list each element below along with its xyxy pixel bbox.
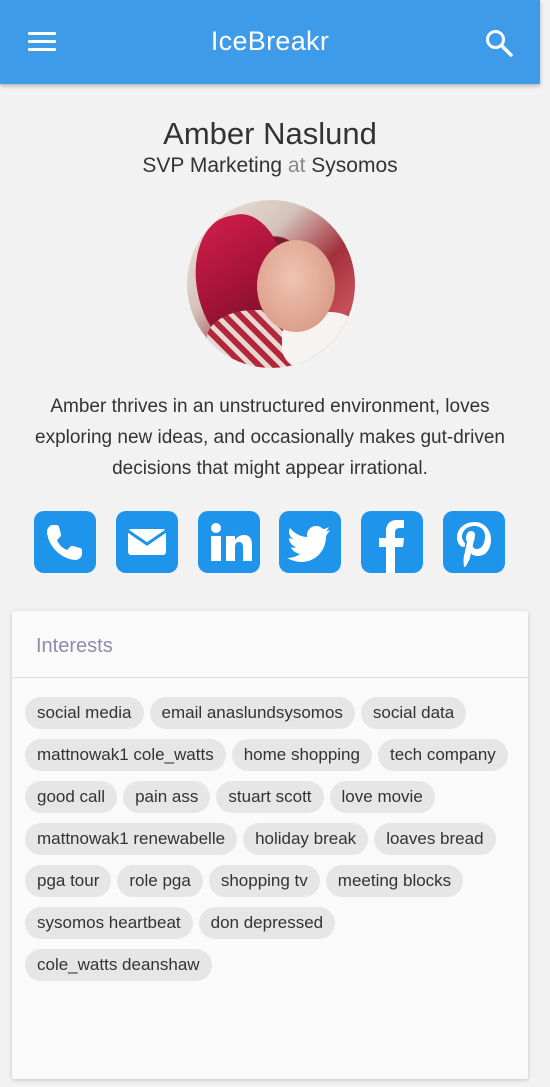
interest-chip[interactable]: email anaslundsysomos <box>149 697 355 729</box>
interest-chip[interactable]: social data <box>360 697 467 729</box>
company-name: Sysomos <box>311 154 398 177</box>
phone-icon[interactable] <box>34 511 96 573</box>
interest-chip[interactable]: shopping tv <box>208 865 320 897</box>
interest-chip[interactable]: sysomos heartbeat <box>25 907 193 939</box>
interest-chip[interactable]: meeting blocks <box>325 865 464 897</box>
twitter-icon[interactable] <box>279 511 341 573</box>
interest-chip[interactable]: cole_watts deanshaw <box>25 949 212 981</box>
profile-bio: Amber thrives in an unstructured environ… <box>35 396 505 479</box>
interest-chip[interactable]: mattnowak1 cole_watts <box>25 739 226 771</box>
interest-chip[interactable]: good call <box>25 781 118 813</box>
interest-chip[interactable]: stuart scott <box>216 781 324 813</box>
search-icon[interactable] <box>484 28 514 58</box>
profile-name: Amber Naslund <box>163 116 377 151</box>
interests-title: Interests <box>36 635 113 657</box>
interest-chip[interactable]: tech company <box>377 739 508 771</box>
interest-chip[interactable]: home shopping <box>231 739 372 771</box>
job-title: SVP Marketing <box>142 154 283 177</box>
pinterest-icon[interactable] <box>443 511 505 573</box>
interest-chip[interactable]: role pga <box>117 865 203 897</box>
interest-chip[interactable]: mattnowak1 renewabelle <box>25 823 238 855</box>
interest-chip-list: social media email anaslundsysomos social … <box>25 697 521 991</box>
interests-card: Interests social media email anaslundsyso… <box>12 611 528 1079</box>
app-title: IceBreakr <box>210 26 330 56</box>
interest-chip[interactable]: pain ass <box>123 781 211 813</box>
avatar <box>187 200 355 368</box>
at-label: at <box>287 154 306 177</box>
interest-chip[interactable]: social media <box>25 697 144 729</box>
interest-chip[interactable]: don depressed <box>198 907 336 939</box>
app-bar: IceBreakr <box>0 0 540 84</box>
profile-role: SVP Marketing at Sysomos <box>0 154 540 178</box>
interest-chip[interactable]: loaves bread <box>374 823 496 855</box>
email-icon[interactable] <box>116 511 178 573</box>
interest-chip[interactable]: holiday break <box>243 823 369 855</box>
interest-chip[interactable]: love movie <box>329 781 435 813</box>
facebook-icon[interactable] <box>361 511 423 573</box>
linkedin-icon[interactable] <box>198 511 260 573</box>
interest-chip[interactable]: pga tour <box>25 865 112 897</box>
divider <box>12 677 528 678</box>
